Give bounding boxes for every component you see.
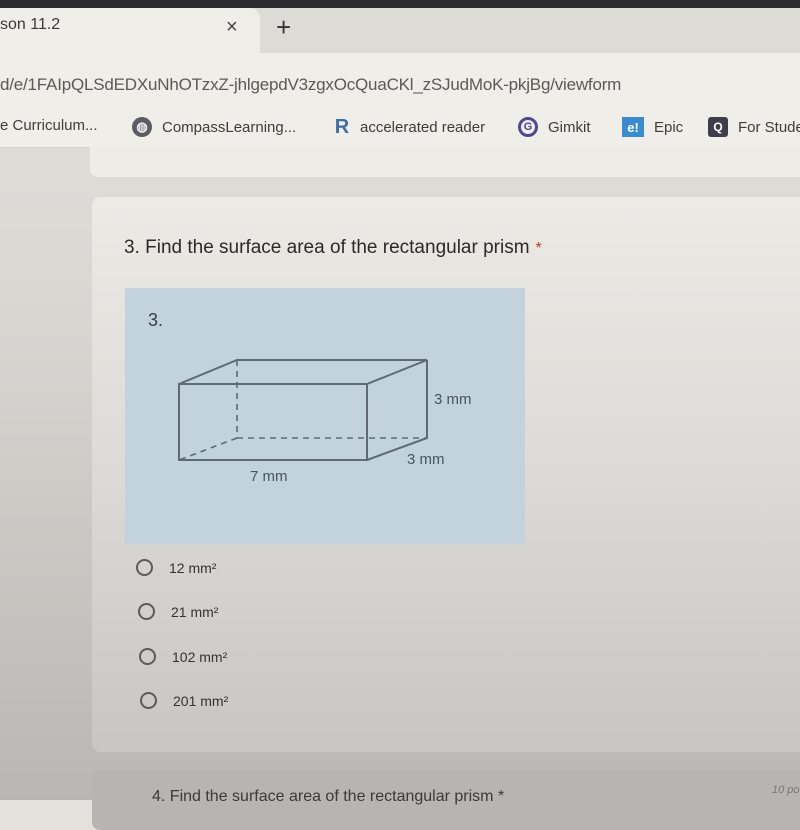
question-title: 3. Find the surface area of the rectangu… (124, 237, 542, 259)
next-question-points: 10 po (772, 784, 800, 796)
option-2[interactable]: 21 mm² (138, 603, 218, 620)
radio-button[interactable] (140, 692, 157, 709)
bookmark-curriculum[interactable]: e Curriculum... (0, 117, 98, 134)
option-label: 12 mm² (169, 559, 217, 576)
q-icon: Q (708, 117, 728, 137)
bookmark-for-students[interactable]: Q For Stude (708, 117, 800, 137)
length-label: 7 mm (250, 468, 288, 485)
prism-right-face (366, 360, 428, 461)
option-1[interactable]: 12 mm² (136, 559, 216, 576)
tab-strip: son 11.2 × + (0, 8, 800, 53)
required-asterisk: * (535, 240, 542, 257)
option-label: 102 mm² (172, 648, 228, 665)
previous-question-card (90, 147, 800, 177)
height-label: 3 mm (434, 391, 472, 408)
browser-tab[interactable]: son 11.2 × (0, 8, 260, 53)
address-bar-area: d/e/1FAIpQLSdEDXuNhOTzxZ-jhlgepdV3zgxOcQ… (0, 53, 800, 103)
bookmark-gimkit[interactable]: G Gimkit (518, 117, 591, 137)
question-text: 3. Find the surface area of the rectangu… (124, 237, 530, 258)
next-question-title: 4. Find the surface area of the rectangu… (152, 788, 505, 805)
bookmark-label: e Curriculum... (0, 117, 98, 134)
prism-diagram (178, 359, 428, 461)
bookmark-label: accelerated reader (360, 118, 486, 136)
prism-figure: 3. 3 mm 3 mm 7 mm (125, 288, 525, 544)
depth-label: 3 mm (407, 451, 445, 468)
bookmark-compasslearning[interactable]: ◍ CompassLearning... (132, 117, 296, 137)
r-logo-icon: R (334, 115, 350, 138)
radio-button[interactable] (136, 559, 153, 576)
option-4[interactable]: 201 mm² (140, 692, 228, 709)
globe-icon: ◍ (132, 117, 152, 137)
tab-title: son 11.2 (0, 16, 61, 33)
new-tab-button[interactable]: + (276, 14, 291, 40)
bookmark-label: For Stude (738, 118, 800, 136)
bookmark-accelerated-reader[interactable]: R accelerated reader (334, 115, 486, 138)
bookmark-label: Epic (654, 118, 684, 136)
prism-hidden-edge-depth (178, 437, 238, 461)
screen-bezel (0, 0, 800, 8)
option-label: 21 mm² (171, 603, 219, 620)
prism-front-face (178, 383, 368, 461)
radio-button[interactable] (139, 648, 156, 665)
option-label: 201 mm² (173, 692, 229, 709)
bookmark-epic[interactable]: e! Epic (622, 117, 683, 137)
next-question-card: 4. Find the surface area of the rectangu… (92, 770, 800, 830)
prism-top-face (178, 359, 428, 385)
epic-icon: e! (622, 117, 644, 137)
url-field[interactable]: d/e/1FAIpQLSdEDXuNhOTzxZ-jhlgepdV3zgxOcQ… (0, 75, 621, 95)
bookmark-label: Gimkit (548, 118, 591, 136)
close-tab-icon[interactable]: × (226, 16, 238, 39)
bookmarks-bar: e Curriculum... ◍ CompassLearning... R a… (0, 103, 800, 148)
bookmark-label: CompassLearning... (162, 118, 297, 136)
gimkit-icon: G (518, 117, 538, 137)
question-card: 3. Find the surface area of the rectangu… (92, 197, 800, 752)
radio-button[interactable] (138, 603, 155, 620)
option-3[interactable]: 102 mm² (139, 648, 227, 665)
